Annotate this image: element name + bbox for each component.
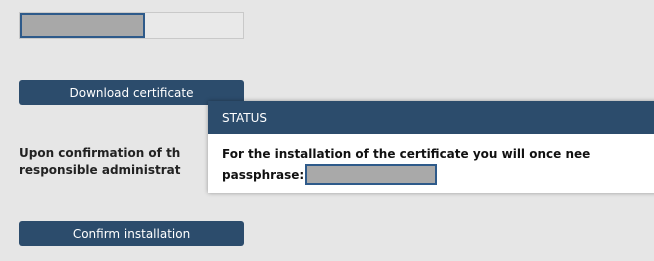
status-dialog-title: STATUS bbox=[222, 110, 268, 125]
info-text: Upon confirmation of th responsible admi… bbox=[19, 145, 219, 179]
status-message: For the installation of the certificate … bbox=[222, 147, 591, 161]
status-dialog-header: STATUS bbox=[208, 101, 654, 134]
passphrase-input[interactable] bbox=[305, 164, 438, 185]
status-dialog-body: For the installation of the certificate … bbox=[208, 134, 654, 185]
top-progress-field bbox=[19, 12, 244, 39]
status-dialog: STATUS For the installation of the certi… bbox=[208, 101, 654, 193]
confirm-installation-button[interactable]: Confirm installation bbox=[19, 221, 244, 246]
info-line-1: Upon confirmation of th bbox=[19, 146, 181, 160]
progress-fill bbox=[20, 13, 145, 38]
info-line-2: responsible administrat bbox=[19, 163, 181, 177]
passphrase-row: passphrase: bbox=[222, 164, 654, 185]
passphrase-label: passphrase: bbox=[222, 167, 305, 182]
